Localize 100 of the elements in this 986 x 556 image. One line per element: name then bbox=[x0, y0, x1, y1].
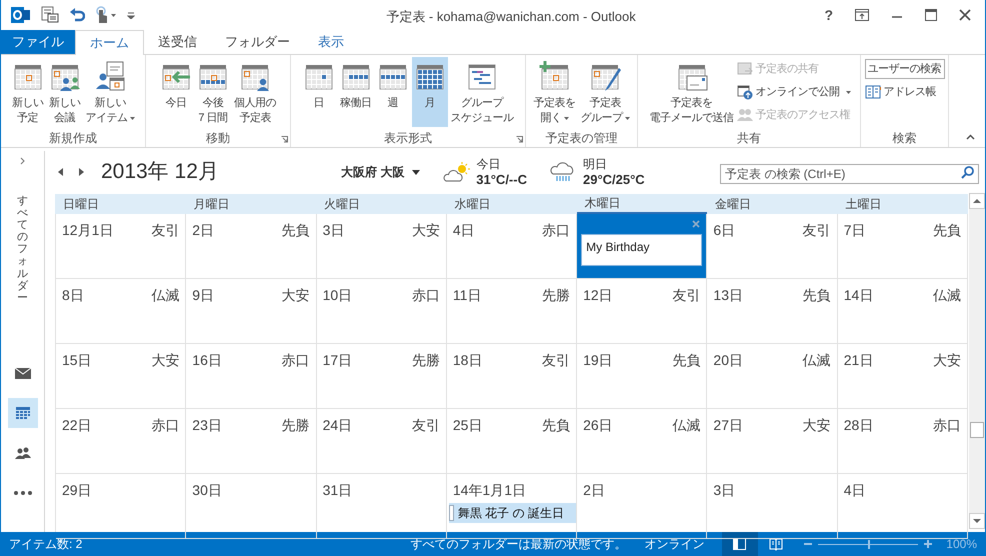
calendar-search-field[interactable]: 予定表 の検索 (Ctrl+E) bbox=[720, 164, 979, 184]
file-tab[interactable]: ファイル bbox=[1, 30, 75, 54]
day-cell[interactable]: 17日 先勝 bbox=[316, 344, 447, 409]
ribbon-button[interactable]: グループ スケジュール bbox=[448, 57, 516, 127]
outlook-logo-icon[interactable] bbox=[11, 5, 31, 25]
search-people-field[interactable]: ユーザーの検索 bbox=[864, 59, 944, 79]
rokuyo-label: 仏滅 bbox=[802, 351, 831, 370]
day-cell[interactable]: 9日 大安 bbox=[186, 279, 317, 344]
day-cell[interactable]: 25日 先負 bbox=[446, 409, 578, 474]
dialog-launcher-icon[interactable] bbox=[516, 136, 523, 143]
day-cell[interactable]: 16日 赤口 bbox=[186, 344, 317, 409]
day-cell[interactable]: 6日 友引 bbox=[707, 214, 838, 279]
touch-mode-icon[interactable] bbox=[95, 6, 117, 24]
vertical-scrollbar[interactable] bbox=[969, 193, 985, 529]
zoom-in-icon[interactable] bbox=[924, 540, 932, 548]
rokuyo-label: 仏滅 bbox=[672, 416, 700, 435]
caret-icon bbox=[412, 170, 420, 174]
day-cell[interactable]: 3日 大安 bbox=[316, 214, 447, 279]
location-dropdown[interactable]: 大阪府 大阪 bbox=[340, 163, 420, 181]
day-cell[interactable]: 22日 赤口 bbox=[56, 409, 186, 474]
ribbon-button[interactable]: 稼働日 bbox=[338, 57, 374, 127]
rokuyo-label: 赤口 bbox=[933, 416, 961, 435]
day-cell[interactable]: 12日 友引 bbox=[577, 279, 708, 344]
add-calendar-icon bbox=[538, 60, 570, 92]
dialog-launcher-icon[interactable] bbox=[281, 136, 288, 143]
connection-status: オンライン bbox=[644, 536, 704, 553]
ribbon-button[interactable]: 新しい アイテム bbox=[84, 57, 136, 127]
undo-icon[interactable] bbox=[69, 7, 85, 23]
temperature: 29°C/25°C bbox=[582, 172, 645, 187]
weekday-header: 水曜日 bbox=[453, 196, 492, 213]
event-title-field[interactable]: My Birthday bbox=[581, 234, 702, 266]
rokuyo-label: 先勝 bbox=[282, 416, 310, 435]
day-cell[interactable]: 2日 先負 bbox=[186, 214, 317, 279]
day-cell[interactable]: 14日 仏滅 bbox=[838, 279, 968, 344]
ribbon-button[interactable]: アドレス帳 bbox=[864, 82, 944, 102]
send-receive-icon[interactable] bbox=[41, 6, 59, 24]
ribbon-button[interactable]: 予定表を 電子メールで送信 bbox=[648, 57, 736, 127]
ribbon-button[interactable]: 予定表を 開く bbox=[532, 57, 578, 127]
previous-icon[interactable] bbox=[57, 167, 65, 177]
rokuyo-label: 先勝 bbox=[412, 351, 440, 370]
day-number: 10日 bbox=[322, 286, 352, 305]
caret-icon bbox=[846, 90, 850, 94]
ribbon-button[interactable]: 個人用の 予定表 bbox=[232, 57, 278, 127]
ribbon-button[interactable]: 新しい 会議 bbox=[46, 57, 82, 127]
rokuyo-label: 友引 bbox=[412, 416, 440, 435]
day-cell[interactable]: 24日 友引 bbox=[316, 409, 447, 474]
day-cell[interactable]: 7日 先負 bbox=[838, 214, 968, 279]
day-cell[interactable]: 19日 先負 bbox=[577, 344, 708, 409]
ribbon-tab[interactable]: ホーム bbox=[75, 30, 144, 55]
expand-icon[interactable] bbox=[20, 157, 26, 165]
collapse-ribbon-icon[interactable] bbox=[966, 134, 975, 140]
day-cell[interactable]: 18日 友引 bbox=[446, 344, 578, 409]
day-cell[interactable]: 26日 仏滅 bbox=[577, 409, 708, 474]
ribbon-tab[interactable]: 表示 bbox=[304, 30, 358, 54]
nav-button[interactable] bbox=[8, 398, 38, 428]
group-label: 表示形式 bbox=[384, 130, 432, 147]
ribbon-button[interactable]: 日 bbox=[300, 57, 336, 127]
ribbon-button[interactable]: 今日 bbox=[158, 57, 194, 127]
zoom-out-icon[interactable] bbox=[804, 540, 812, 548]
day-cell[interactable]: 15日 大安 bbox=[56, 344, 186, 409]
day-cell[interactable]: 13日 先負 bbox=[707, 279, 838, 344]
ribbon-button[interactable]: 月 bbox=[412, 57, 448, 127]
day-number: 3日 bbox=[322, 221, 344, 240]
customize-toolbar-icon[interactable] bbox=[127, 11, 135, 19]
search-icon[interactable] bbox=[961, 165, 975, 179]
folder-pane-label[interactable]: すべてのフォルダー bbox=[17, 195, 28, 304]
day-number: 9日 bbox=[192, 286, 214, 305]
caret-icon bbox=[564, 116, 568, 120]
day-cell[interactable]: 27日 大安 bbox=[707, 409, 838, 474]
scroll-thumb[interactable] bbox=[970, 422, 984, 438]
day-number: 28日 bbox=[844, 416, 874, 435]
day-number: 29日 bbox=[62, 481, 92, 500]
day-number: 7日 bbox=[844, 221, 866, 240]
ribbon-button[interactable]: 週 bbox=[374, 57, 410, 127]
zoom-thumb[interactable] bbox=[868, 540, 870, 548]
day-number: 26日 bbox=[583, 416, 613, 435]
day-cell[interactable]: 12月1日 友引 bbox=[56, 214, 186, 279]
month-title: 2013年 12月 bbox=[101, 159, 219, 186]
ribbon-button[interactable]: 新しい 予定 bbox=[10, 57, 46, 127]
day-cell[interactable]: 10日 赤口 bbox=[316, 279, 447, 344]
ribbon-tab[interactable]: フォルダー bbox=[211, 30, 304, 54]
day-cell[interactable]: 21日 大安 bbox=[838, 344, 968, 409]
day-cell[interactable]: 23日 先勝 bbox=[186, 409, 317, 474]
ribbon-button[interactable]: オンラインで公開 bbox=[736, 82, 850, 102]
close-icon[interactable] bbox=[959, 9, 971, 21]
view-button[interactable] bbox=[722, 532, 758, 556]
day-cell[interactable]: 8日 仏滅 bbox=[56, 279, 186, 344]
day-cell[interactable]: 20日 仏滅 bbox=[707, 344, 838, 409]
ribbon-button[interactable]: 今後 7 日間 bbox=[195, 57, 231, 127]
ribbon-button[interactable]: 予定表 グループ bbox=[578, 57, 632, 127]
ribbon-display-icon[interactable] bbox=[855, 9, 869, 21]
help-button[interactable]: ? bbox=[824, 4, 833, 26]
day-cell[interactable]: 28日 赤口 bbox=[838, 409, 968, 474]
maximize-icon[interactable] bbox=[925, 9, 937, 21]
day-cell[interactable]: 11日 先勝 bbox=[446, 279, 578, 344]
event-item[interactable]: 舞黒 花子 の 誕生日 bbox=[448, 503, 576, 523]
rokuyo-label: 先負 bbox=[282, 221, 310, 240]
day-cell[interactable]: My Birthday bbox=[577, 214, 708, 279]
next-icon[interactable] bbox=[77, 167, 85, 177]
ribbon-tab[interactable]: 送受信 bbox=[144, 30, 211, 54]
